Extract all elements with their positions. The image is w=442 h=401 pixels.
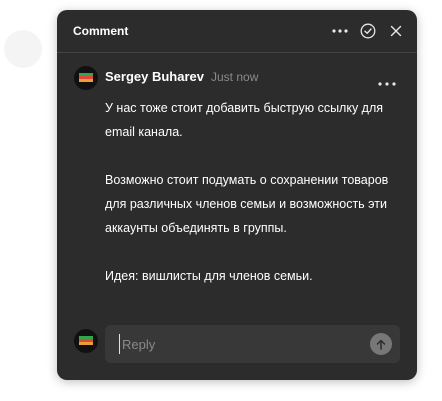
reply-box — [105, 325, 400, 363]
more-horizontal-icon[interactable] — [331, 22, 349, 40]
check-circle-icon[interactable] — [359, 22, 377, 40]
comment-panel: Comment Sergey Buharev Just now У нас то… — [57, 10, 417, 380]
close-icon[interactable] — [387, 22, 405, 40]
comment-timestamp: Just now — [211, 70, 259, 84]
background-avatar-placeholder — [4, 30, 42, 68]
comment-paragraph: У нас тоже стоит добавить быструю ссылку… — [105, 101, 384, 139]
comment-body: У нас тоже стоит добавить быструю ссылку… — [105, 96, 395, 288]
arrow-up-icon — [376, 339, 386, 350]
comment-header: Comment — [57, 10, 417, 53]
reply-input[interactable] — [119, 334, 362, 354]
comment-more-button[interactable] — [378, 73, 398, 87]
send-reply-button[interactable] — [370, 333, 392, 355]
panel-title: Comment — [73, 24, 129, 38]
more-horizontal-icon — [378, 82, 396, 86]
current-user-avatar — [74, 329, 98, 353]
comment-paragraph: Возможно стоит подумать о сохранении тов… — [105, 173, 389, 235]
author-avatar — [74, 66, 98, 90]
comment-paragraph: Идея: вишлисты для членов семьи. — [105, 269, 313, 283]
author-name: Sergey Buharev — [105, 69, 204, 84]
